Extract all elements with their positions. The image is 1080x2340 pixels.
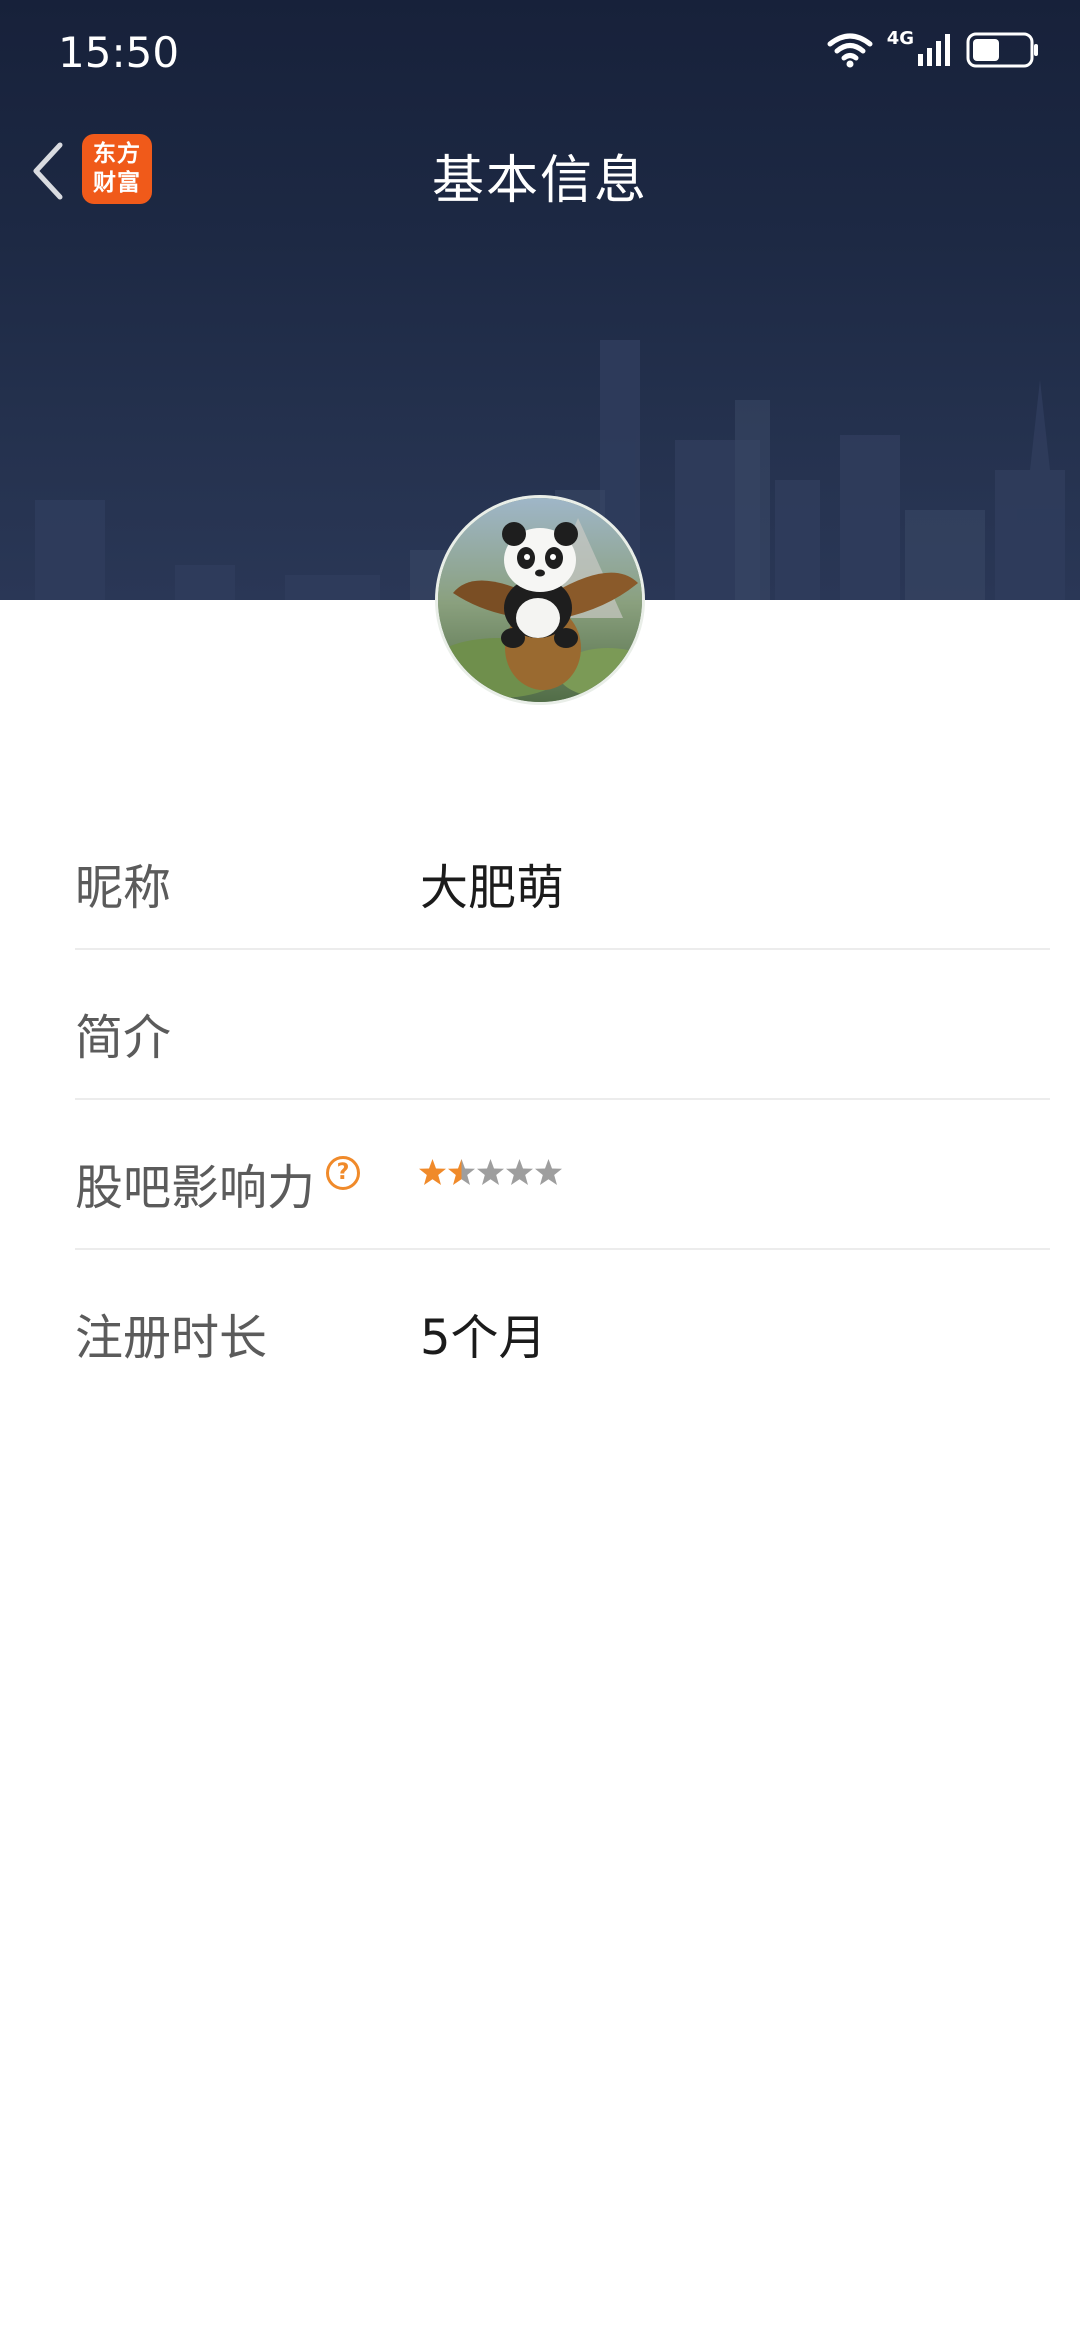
rating-star-icon xyxy=(477,1159,504,1185)
nickname-label: 昵称 xyxy=(75,860,172,916)
help-icon[interactable]: ? xyxy=(326,1156,360,1190)
navigation-bar: 东方 财富 基本信息 xyxy=(0,120,1080,220)
status-icons: 4G xyxy=(827,28,1040,72)
rating-star-icon xyxy=(506,1159,533,1185)
wifi-icon xyxy=(827,33,873,68)
panda-avatar-image xyxy=(438,498,642,702)
info-row-influence: 股吧影响力 ? xyxy=(75,1100,1050,1250)
info-row-nickname: 昵称 大肥萌 xyxy=(75,800,1050,950)
registration-duration-value: 5个月 xyxy=(420,1310,547,1366)
status-time: 15:50 xyxy=(58,28,180,77)
rating-star-icon xyxy=(448,1159,475,1185)
nickname-value: 大肥萌 xyxy=(420,860,565,916)
influence-label: 股吧影响力 xyxy=(75,1160,316,1216)
info-row-bio: 简介 xyxy=(75,950,1050,1100)
status-bar: 15:50 4G xyxy=(0,0,1080,100)
profile-info-list: 昵称 大肥萌 简介 股吧影响力 ? 注册时长 5个月 xyxy=(75,800,1050,1400)
signal-icon xyxy=(918,34,950,66)
avatar[interactable] xyxy=(435,495,645,705)
info-row-registration-duration: 注册时长 5个月 xyxy=(75,1250,1050,1400)
registration-duration-label: 注册时长 xyxy=(75,1310,268,1366)
page-title: 基本信息 xyxy=(431,151,648,211)
bio-label: 简介 xyxy=(75,1010,172,1066)
rating-star-icon xyxy=(535,1159,562,1185)
network-type-label: 4G xyxy=(886,28,914,49)
rating-star-icon xyxy=(419,1159,446,1185)
battery-icon xyxy=(966,32,1038,68)
influence-rating-stars xyxy=(418,1158,563,1187)
